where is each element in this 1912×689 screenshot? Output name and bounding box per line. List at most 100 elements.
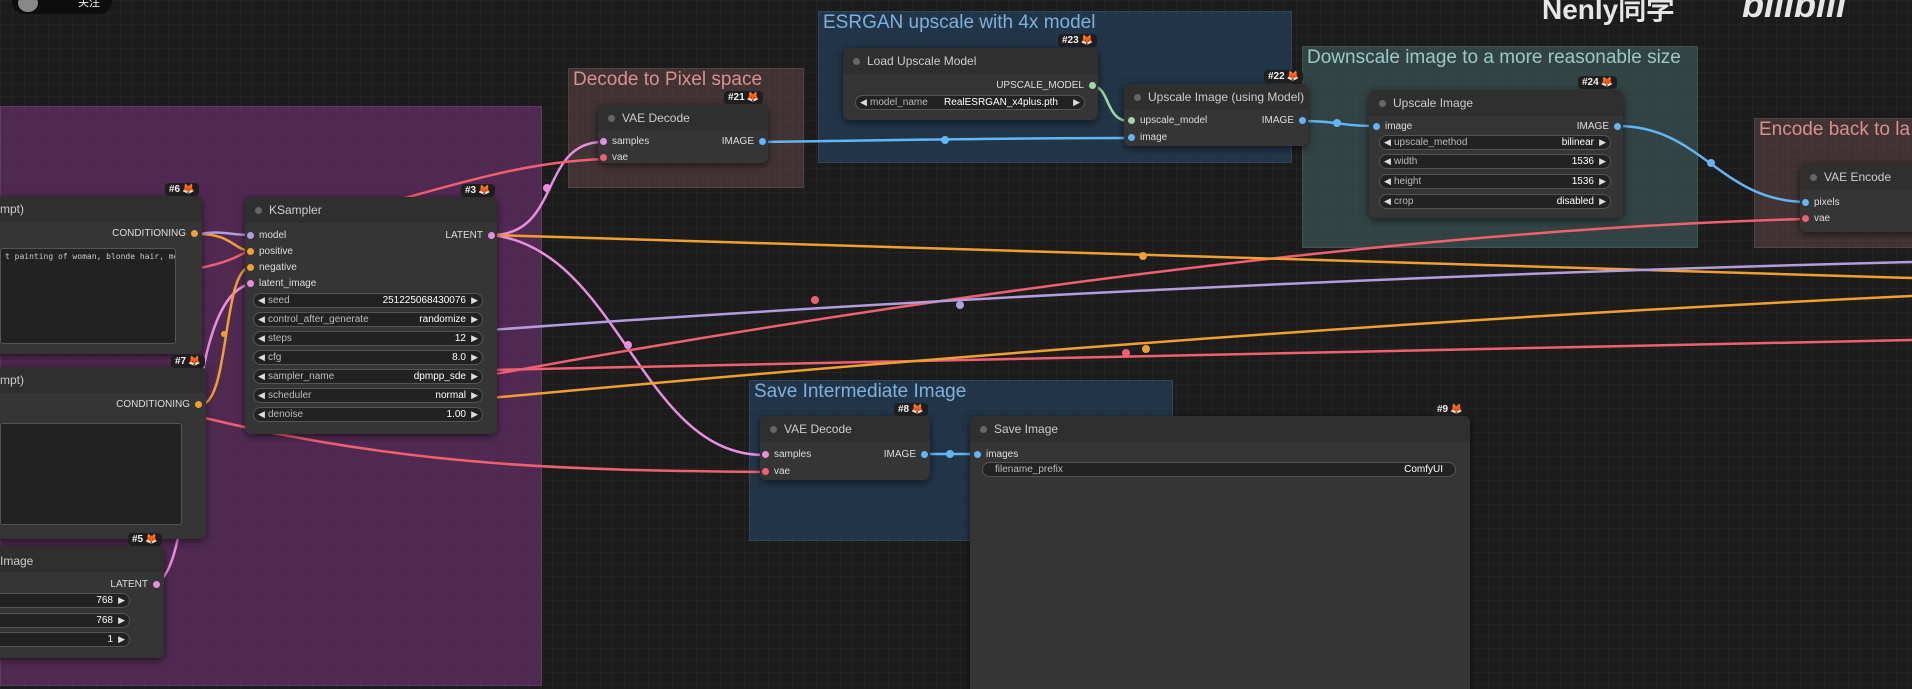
port-dot[interactable] bbox=[762, 451, 769, 458]
arrow-left-icon[interactable]: ◀ bbox=[258, 371, 265, 382]
samples-input[interactable]: samples bbox=[762, 448, 811, 461]
arrow-right-icon[interactable]: ▶ bbox=[471, 314, 478, 325]
arrow-right-icon[interactable]: ▶ bbox=[1599, 196, 1606, 207]
port-dot[interactable] bbox=[1373, 123, 1380, 130]
arrow-right-icon[interactable]: ▶ bbox=[118, 634, 125, 645]
port-dot[interactable] bbox=[1802, 215, 1809, 222]
height-widget[interactable]: ◀ height 1536 ▶ bbox=[1379, 174, 1611, 189]
model-input[interactable]: model bbox=[247, 229, 286, 242]
prompt-textarea[interactable] bbox=[0, 423, 182, 525]
batch-size-widget[interactable]: 1 ▶ bbox=[0, 632, 130, 647]
port-dot[interactable] bbox=[1299, 117, 1306, 124]
width-widget[interactable]: ◀ width 1536 ▶ bbox=[1379, 154, 1611, 169]
vae-input[interactable]: vae bbox=[600, 151, 628, 164]
node-header[interactable]: mpt) bbox=[0, 367, 206, 393]
node-header[interactable]: VAE Encode bbox=[1800, 164, 1912, 190]
conditioning-output[interactable]: CONDITIONING bbox=[116, 398, 202, 411]
image-output[interactable]: IMAGE bbox=[1577, 120, 1621, 133]
port-dot[interactable] bbox=[762, 468, 769, 475]
node-header[interactable]: mpt) bbox=[0, 196, 202, 222]
node-header[interactable]: Upscale Image (using Model) bbox=[1124, 84, 1308, 110]
arrow-left-icon[interactable]: ◀ bbox=[258, 352, 265, 363]
arrow-right-icon[interactable]: ▶ bbox=[471, 333, 478, 344]
node-header[interactable]: VAE Decode bbox=[760, 416, 930, 442]
image-output[interactable]: IMAGE bbox=[884, 448, 928, 461]
samples-input[interactable]: samples bbox=[600, 135, 649, 148]
collapse-dot[interactable] bbox=[1379, 100, 1386, 107]
latent-image-input[interactable]: latent_image bbox=[247, 277, 316, 290]
port-dot[interactable] bbox=[247, 280, 254, 287]
save-image-node-9[interactable]: Save Image images filename_prefix ComfyUI bbox=[970, 416, 1470, 689]
port-dot[interactable] bbox=[600, 138, 607, 145]
arrow-right-icon[interactable]: ▶ bbox=[118, 615, 125, 626]
port-dot[interactable] bbox=[759, 138, 766, 145]
upscale-method-widget[interactable]: ◀ upscale_method bilinear ▶ bbox=[1379, 135, 1611, 150]
arrow-left-icon[interactable]: ◀ bbox=[1384, 156, 1391, 167]
port-dot[interactable] bbox=[247, 248, 254, 255]
collapse-dot[interactable] bbox=[1134, 94, 1141, 101]
upscale-image-node-24[interactable]: Upscale Image image IMAGE ◀ upscale_metho… bbox=[1369, 90, 1623, 218]
arrow-right-icon[interactable]: ▶ bbox=[1599, 176, 1606, 187]
node-header[interactable]: Image bbox=[0, 546, 164, 572]
arrow-right-icon[interactable]: ▶ bbox=[471, 295, 478, 306]
latent-output[interactable]: LATENT bbox=[445, 229, 495, 242]
collapse-dot[interactable] bbox=[255, 207, 262, 214]
node-header[interactable]: Save Image bbox=[970, 416, 1470, 442]
port-dot[interactable] bbox=[247, 232, 254, 239]
port-dot[interactable] bbox=[488, 232, 495, 239]
port-dot[interactable] bbox=[153, 581, 160, 588]
collapse-dot[interactable] bbox=[770, 426, 777, 433]
arrow-left-icon[interactable]: ◀ bbox=[1384, 176, 1391, 187]
arrow-left-icon[interactable]: ◀ bbox=[258, 314, 265, 325]
control-after-generate-widget[interactable]: ◀ control_after_generate randomize ▶ bbox=[253, 312, 483, 327]
arrow-right-icon[interactable]: ▶ bbox=[1073, 97, 1080, 108]
width-widget[interactable]: 768 ▶ bbox=[0, 593, 130, 608]
arrow-left-icon[interactable]: ◀ bbox=[1384, 137, 1391, 148]
port-dot[interactable] bbox=[1614, 123, 1621, 130]
vae-input[interactable]: vae bbox=[1802, 212, 1830, 225]
collapse-dot[interactable] bbox=[853, 58, 860, 65]
denoise-widget[interactable]: ◀ denoise 1.00 ▶ bbox=[253, 407, 483, 422]
image-input[interactable]: image bbox=[1373, 120, 1412, 133]
arrow-left-icon[interactable]: ◀ bbox=[258, 333, 265, 344]
empty-latent-image-node-5[interactable]: Image LATENT 768 ▶ 768 ▶ 1 ▶ bbox=[0, 546, 164, 658]
pixels-input[interactable]: pixels bbox=[1802, 196, 1840, 209]
port-dot[interactable] bbox=[1128, 134, 1135, 141]
node-header[interactable]: KSampler bbox=[245, 197, 497, 223]
ksampler-node-3[interactable]: KSampler model positive negative latent_… bbox=[245, 197, 497, 434]
arrow-right-icon[interactable]: ▶ bbox=[471, 352, 478, 363]
arrow-left-icon[interactable]: ◀ bbox=[1384, 196, 1391, 207]
positive-input[interactable]: positive bbox=[247, 245, 293, 258]
conditioning-output[interactable]: CONDITIONING bbox=[112, 227, 198, 240]
port-dot[interactable] bbox=[1089, 82, 1096, 89]
filename-prefix-widget[interactable]: filename_prefix ComfyUI bbox=[982, 462, 1456, 477]
vae-input[interactable]: vae bbox=[762, 465, 790, 478]
port-dot[interactable] bbox=[1802, 199, 1809, 206]
arrow-left-icon[interactable]: ◀ bbox=[860, 97, 867, 108]
port-dot[interactable] bbox=[921, 451, 928, 458]
collapse-dot[interactable] bbox=[1810, 174, 1817, 181]
image-output[interactable]: IMAGE bbox=[722, 135, 766, 148]
arrow-right-icon[interactable]: ▶ bbox=[471, 390, 478, 401]
arrow-right-icon[interactable]: ▶ bbox=[1599, 137, 1606, 148]
crop-widget[interactable]: ◀ crop disabled ▶ bbox=[1379, 194, 1611, 209]
height-widget[interactable]: 768 ▶ bbox=[0, 613, 130, 628]
vae-decode-node-8[interactable]: VAE Decode samples vae IMAGE bbox=[760, 416, 930, 480]
port-dot[interactable] bbox=[247, 264, 254, 271]
scheduler-widget[interactable]: ◀ scheduler normal ▶ bbox=[253, 388, 483, 403]
upscale-model-input[interactable]: upscale_model bbox=[1128, 114, 1207, 127]
arrow-right-icon[interactable]: ▶ bbox=[471, 409, 478, 420]
cfg-widget[interactable]: ◀ cfg 8.0 ▶ bbox=[253, 350, 483, 365]
collapse-dot[interactable] bbox=[980, 426, 987, 433]
node-header[interactable]: Upscale Image bbox=[1369, 90, 1623, 116]
arrow-right-icon[interactable]: ▶ bbox=[1599, 156, 1606, 167]
seed-widget[interactable]: ◀ seed 251225068430076 ▶ bbox=[253, 293, 483, 308]
prompt-textarea[interactable]: t painting of woman, blonde hair, mounta… bbox=[0, 248, 176, 344]
clip-text-encode-node-6[interactable]: mpt) CONDITIONING t painting of woman, b… bbox=[0, 196, 202, 354]
negative-input[interactable]: negative bbox=[247, 261, 297, 274]
arrow-right-icon[interactable]: ▶ bbox=[118, 595, 125, 606]
port-dot[interactable] bbox=[195, 401, 202, 408]
port-dot[interactable] bbox=[191, 230, 198, 237]
model-name-widget[interactable]: ◀ model_name RealESRGAN_x4plus.pth ▶ bbox=[855, 95, 1085, 110]
node-header[interactable]: Load Upscale Model bbox=[843, 48, 1098, 74]
